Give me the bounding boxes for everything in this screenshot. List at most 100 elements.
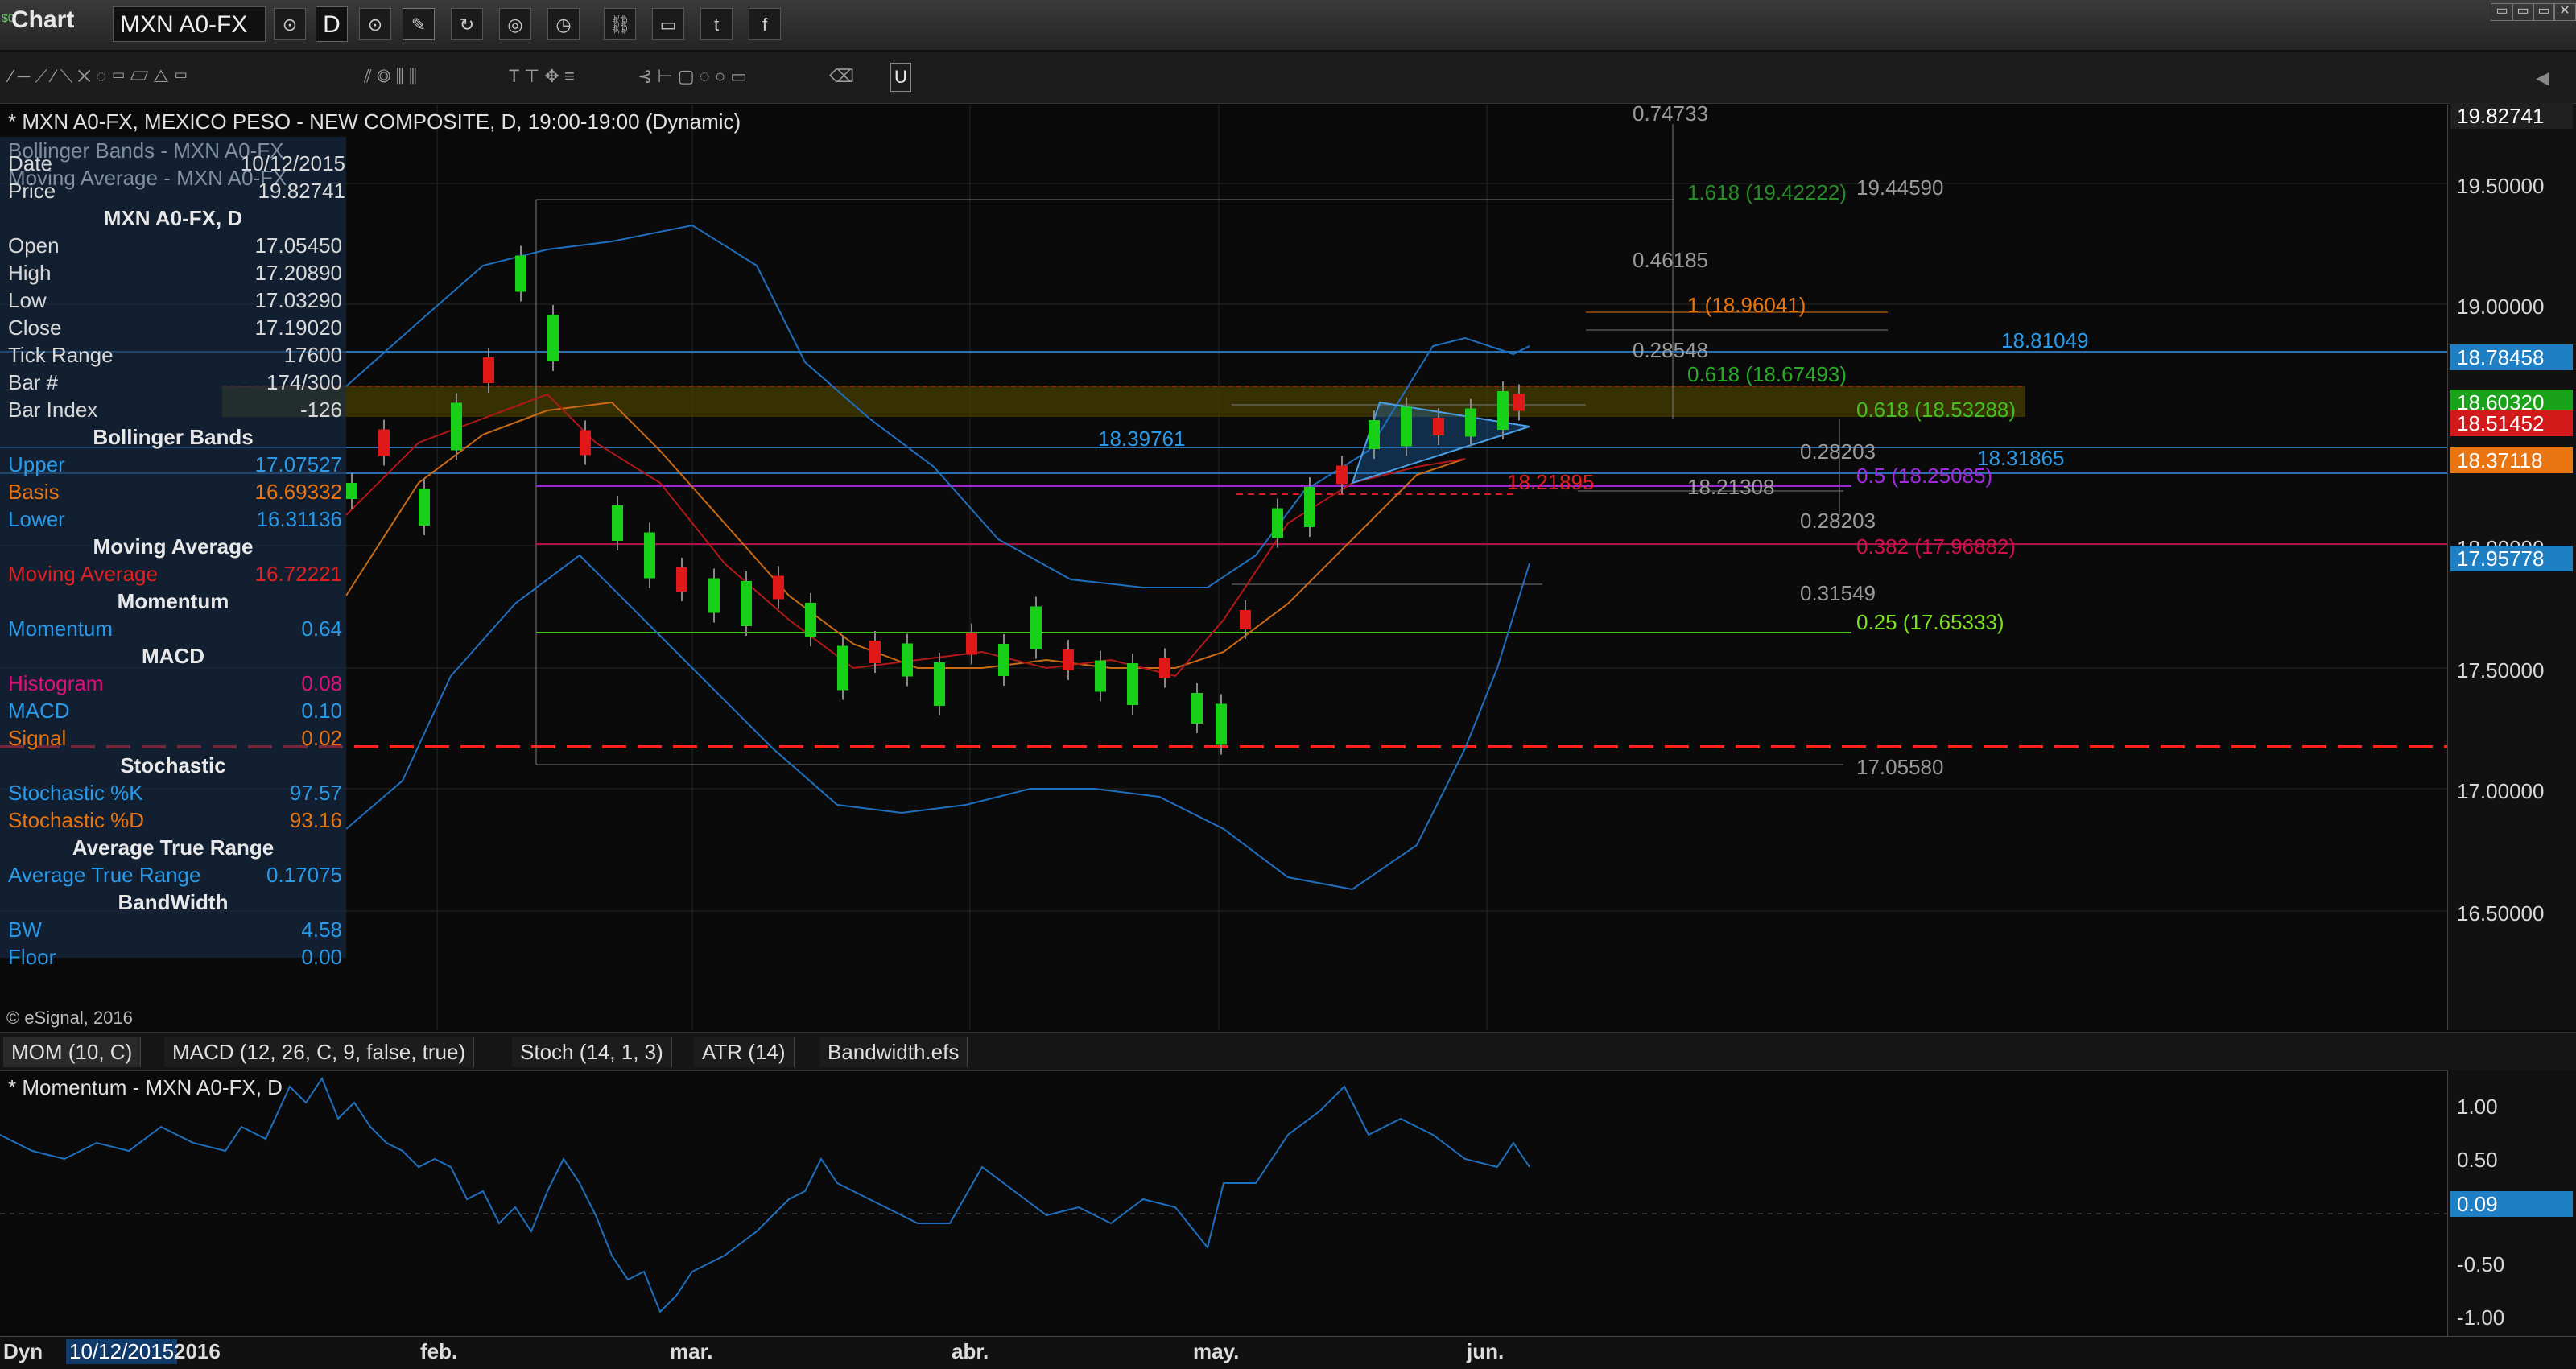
price-chart-area[interactable] (0, 105, 2447, 1030)
facebook-icon[interactable]: f (749, 8, 781, 40)
tab-atr[interactable]: ATR (14) (694, 1037, 795, 1067)
bar-number-value: 174/300 (266, 370, 342, 394)
fib-label: 1.618 (19.42222) (1687, 180, 1847, 204)
level-label: 18.21895 (1507, 470, 1595, 494)
price-chart-svg (0, 105, 2447, 1030)
time-axis-month: jun. (1467, 1339, 1505, 1363)
level-label: 17.05580 (1856, 755, 1944, 779)
price-tag-ma: 18.51452 (2450, 410, 2573, 436)
close-value: 17.19020 (254, 315, 342, 340)
bw-label: BW (8, 917, 42, 942)
candle-body (1030, 606, 1042, 649)
chart-title: * MXN A0-FX, MEXICO PESO - NEW COMPOSITE… (8, 109, 741, 134)
price-axis-label: 16.50000 (2457, 901, 2545, 926)
bb-lower-value: 16.31136 (256, 507, 342, 531)
bb-basis-value: 16.69332 (254, 480, 342, 504)
candle-body (451, 402, 462, 451)
close-icon[interactable]: ✕ (2553, 3, 2576, 21)
minimize-icon[interactable]: ▭ (2491, 3, 2513, 21)
candle-body (1159, 658, 1170, 678)
candle-body (1127, 663, 1138, 705)
time-cursor-date: 10/12/2015 (66, 1339, 178, 1364)
stoch-k-label: Stochastic %K (8, 781, 143, 805)
fib-label: 0.25 (17.65333) (1856, 610, 2004, 634)
momentum-axis-label: -0.50 (2457, 1252, 2505, 1276)
candle-body (1513, 394, 1525, 411)
candle-body (934, 662, 945, 706)
time-axis[interactable] (0, 1336, 2576, 1369)
time-axis-month: may. (1193, 1339, 1240, 1363)
level-label: 18.39761 (1098, 427, 1186, 451)
interval-input[interactable]: D (316, 6, 348, 42)
text-tools-icon[interactable]: T ⊤ ✥ ≡ (509, 63, 575, 90)
bar-index-label: Bar Index (8, 398, 98, 422)
floor-value: 0.00 (301, 945, 342, 969)
candle-body (708, 578, 720, 613)
candle-body (1095, 660, 1106, 692)
candle-body (1240, 610, 1251, 629)
low-label: Low (8, 288, 47, 312)
tab-mom[interactable]: MOM (10, C) (3, 1037, 142, 1067)
fib-label: 0.5 (18.25085) (1856, 464, 1993, 488)
candle-body (346, 483, 357, 499)
fib-label: 0.618 (18.53288) (1856, 398, 2017, 422)
tab-bandwidth[interactable]: Bandwidth.efs (819, 1037, 968, 1067)
chat-icon[interactable]: ▭ (652, 8, 684, 40)
macd-label: MACD (8, 699, 70, 723)
candle-body (1304, 487, 1315, 527)
bb-lower-label: Lower (8, 507, 65, 531)
momentum-label: Momentum (8, 616, 114, 641)
fib-label: 1 (18.96041) (1687, 293, 1806, 317)
symbol-link-icon[interactable]: ⊙ (274, 8, 306, 40)
momentum-pane[interactable] (0, 1070, 2447, 1336)
target-icon[interactable]: ◎ (499, 8, 531, 40)
candle-body (998, 644, 1009, 676)
restore-icon[interactable]: ▭ (2512, 3, 2534, 21)
symbol-input[interactable]: MXN A0-FX (113, 6, 266, 42)
shape-tools-icon[interactable]: ⊰ ⊢ ▢ ◌ ○ ▭ (638, 63, 747, 90)
price-tag-basis: 18.37118 (2450, 447, 2573, 473)
clock-icon[interactable]: ◷ (547, 8, 580, 40)
ma-label: Moving Average (8, 562, 158, 586)
refresh-icon[interactable]: ↻ (451, 8, 483, 40)
fib-label: 0.28548 (1633, 338, 1708, 362)
link-icon[interactable]: ⛓ (604, 8, 636, 40)
draw-pencil-icon[interactable]: ✎ (402, 8, 435, 40)
candle-body (644, 532, 655, 579)
fib-label: 0.46185 (1633, 248, 1708, 272)
fib-label: 0.28203 (1800, 439, 1876, 464)
candle-body (869, 641, 881, 663)
momentum-axis-label: 1.00 (2457, 1095, 2498, 1119)
price-value: 19.82741 (258, 179, 345, 203)
candle-body (1272, 508, 1283, 538)
candle-body (1063, 649, 1074, 670)
collapse-toolbar-icon[interactable]: ◀ (2536, 68, 2549, 89)
candle-body (741, 581, 752, 626)
candle-body (902, 643, 913, 677)
candle-body (773, 575, 784, 600)
line-tools-icon[interactable]: ⁄ ─ ⟋ ⁄ ⟍ ✕ ◌ ▭ ▱ △ ▭ (10, 63, 188, 90)
magnet-icon[interactable]: U (890, 63, 911, 92)
data-window: Bollinger Bands - MXN A0-FX Date 10/12/20… (0, 137, 346, 969)
candle-body (1401, 406, 1412, 447)
level-label: 18.21308 (1687, 475, 1775, 499)
maximize-icon[interactable]: ▭ (2533, 3, 2555, 21)
symbol-heading: MXN A0-FX, D (103, 206, 243, 230)
fib-label: 0.28203 (1800, 509, 1876, 533)
fib-tools-icon[interactable]: ⫽ ◎ ⫼ ⫼ (364, 63, 417, 90)
candle-body (612, 505, 623, 541)
candle-body (1191, 693, 1203, 724)
interval-link-icon[interactable]: ⊙ (359, 8, 391, 40)
atr-label: Average True Range (8, 863, 201, 887)
tab-macd[interactable]: MACD (12, 26, C, 9, false, true) (164, 1037, 475, 1067)
momentum-current-tag: 0.09 (2450, 1191, 2573, 1217)
histogram-value: 0.08 (301, 671, 342, 695)
level-label: 18.81049 (2001, 328, 2089, 353)
time-axis-month: mar. (670, 1339, 713, 1363)
tab-stoch[interactable]: Stoch (14, 1, 3) (512, 1037, 672, 1067)
bb-upper-value: 17.07527 (254, 452, 342, 476)
eraser-icon[interactable]: ⌫ (829, 63, 854, 90)
momentum-svg (0, 1076, 2447, 1313)
twitter-icon[interactable]: t (700, 8, 733, 40)
candle-body (1336, 465, 1348, 485)
